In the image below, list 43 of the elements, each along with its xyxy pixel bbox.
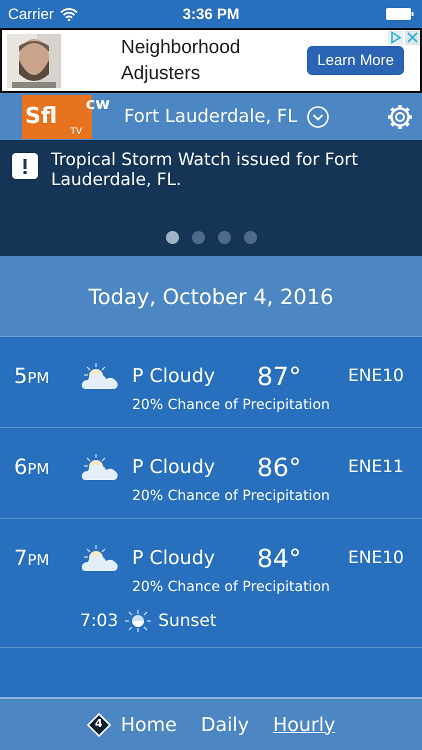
wind-label: ENE11 [348, 457, 404, 477]
dropdown-icon[interactable] [307, 106, 330, 128]
hour-label: 5PM [14, 364, 50, 388]
hour-label: 7PM [14, 546, 50, 570]
page-dot[interactable] [218, 231, 230, 244]
alert-message[interactable]: Tropical Storm Watch issued for Fort Lauderdale, FL. [51, 150, 410, 190]
nav-tab[interactable]: Home [120, 714, 177, 736]
nav-tab[interactable]: Daily [200, 714, 249, 736]
learn-more-button[interactable]: Learn More [307, 46, 404, 75]
battery-icon [386, 8, 414, 20]
carrier-label: Carrier [8, 6, 54, 22]
temperature: 86° [257, 452, 302, 482]
wind-label: ENE10 [348, 366, 404, 386]
channel-badge: 4 [86, 712, 111, 736]
ad-choices-icon[interactable] [388, 30, 403, 45]
date-label: Today, October 4, 2016 [88, 285, 334, 309]
location-selector[interactable]: Fort Lauderdale, FL [124, 106, 330, 128]
precipitation-label: 20% Chance of Precipitation [132, 397, 331, 413]
sunset-label: Sunset [158, 611, 217, 631]
clock: 3:36 PM [182, 6, 240, 22]
sunset-icon [124, 609, 152, 633]
partly-cloudy-icon [80, 544, 120, 572]
temperature: 87° [257, 362, 302, 390]
close-icon[interactable] [405, 30, 420, 45]
page-dot[interactable] [166, 231, 178, 244]
partly-cloudy-icon [80, 362, 120, 390]
hour-label: 6PM [14, 455, 50, 479]
page-dot[interactable] [244, 231, 256, 244]
wifi-icon [60, 8, 78, 20]
precipitation-label: 20% Chance of Precipitation [132, 488, 331, 504]
warning-icon [12, 153, 38, 179]
wind-label: ENE10 [348, 548, 404, 568]
sunset-time: 7:03 [80, 611, 118, 631]
partly-cloudy-icon [80, 453, 120, 481]
condition-label: P Cloudy [132, 365, 216, 387]
temperature: 84° [257, 544, 302, 572]
condition-label: P Cloudy [132, 456, 216, 478]
condition-label: P Cloudy [132, 547, 216, 569]
precipitation-label: 20% Chance of Precipitation [132, 579, 331, 595]
page-dot[interactable] [192, 231, 204, 244]
settings-icon[interactable] [386, 102, 414, 130]
nav-tab[interactable]: Hourly [272, 714, 336, 736]
ad-headline: Neighborhood Adjusters [121, 36, 242, 86]
